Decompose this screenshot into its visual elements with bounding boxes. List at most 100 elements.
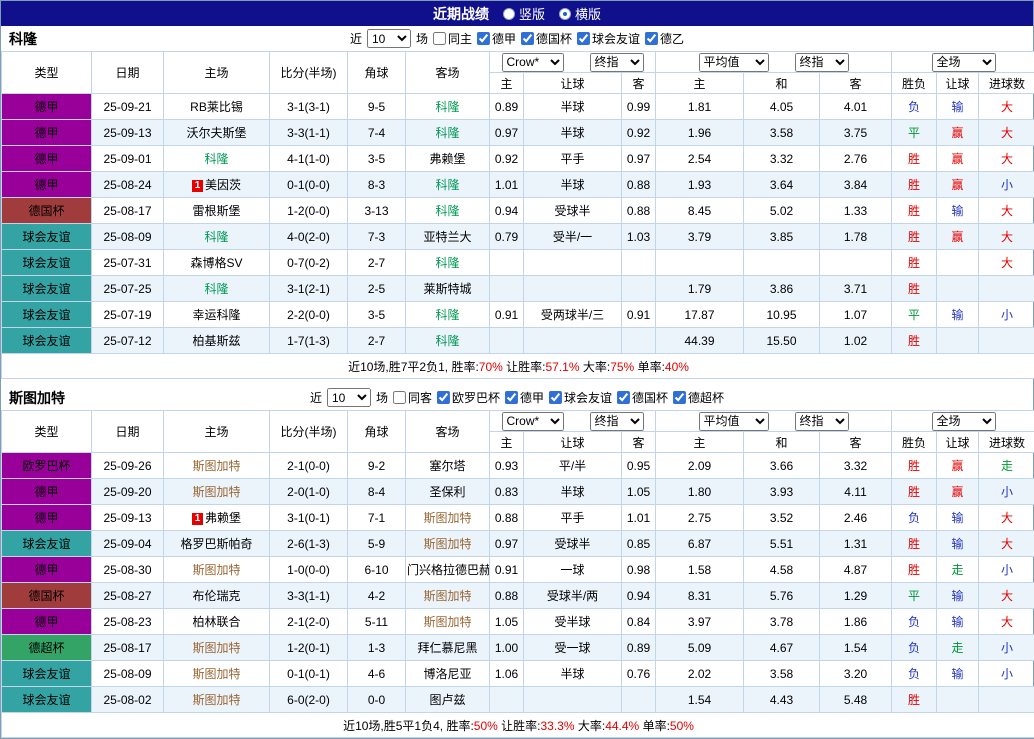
filter-checkbox-4[interactable]: 德国杯 <box>617 389 668 406</box>
odds-select-1[interactable]: 终指 <box>590 412 644 431</box>
odds-select-1[interactable]: 终指 <box>590 53 644 72</box>
score-link[interactable]: 3-1(0-1) <box>270 505 348 531</box>
home-team-link[interactable]: 弗赖堡 <box>205 511 241 525</box>
vertical-layout-radio[interactable]: 竖版 <box>503 4 545 23</box>
filter-checkbox-input[interactable] <box>437 391 450 404</box>
score-link[interactable]: 1-2(0-0) <box>270 198 348 224</box>
filter-checkbox-1[interactable]: 德甲 <box>477 30 516 47</box>
home-team-link[interactable]: 布伦瑞克 <box>192 589 240 603</box>
avg-select-0[interactable]: 平均值 <box>699 53 769 72</box>
score-link[interactable]: 0-7(0-2) <box>270 250 348 276</box>
match-count-select[interactable]: 10 <box>367 29 411 48</box>
home-team-link[interactable]: RB莱比锡 <box>190 100 243 114</box>
score-link[interactable]: 2-6(1-3) <box>270 531 348 557</box>
home-team-link[interactable]: 科隆 <box>204 282 228 296</box>
filter-checkbox-input[interactable] <box>673 391 686 404</box>
away-team-link[interactable]: 亚特兰大 <box>423 230 471 244</box>
filter-checkbox-input[interactable] <box>433 32 446 45</box>
score-link[interactable]: 3-3(1-1) <box>270 120 348 146</box>
home-team-link[interactable]: 斯图加特 <box>192 485 240 499</box>
filter-checkbox-0[interactable]: 同主 <box>433 30 472 47</box>
away-team-link[interactable]: 博洛尼亚 <box>423 667 471 681</box>
match-count-select[interactable]: 10 <box>327 388 371 407</box>
score-link[interactable]: 3-1(2-1) <box>270 276 348 302</box>
score-link[interactable]: 6-0(2-0) <box>270 687 348 713</box>
score-link[interactable]: 2-0(1-0) <box>270 479 348 505</box>
filter-checkbox-4[interactable]: 德乙 <box>645 30 684 47</box>
filter-checkbox-input[interactable] <box>477 32 490 45</box>
filter-checkbox-input[interactable] <box>577 32 590 45</box>
away-team-link[interactable]: 拜仁慕尼黑 <box>417 641 477 655</box>
filter-checkbox-3[interactable]: 球会友谊 <box>549 389 612 406</box>
home-team-link[interactable]: 柏基斯兹 <box>192 334 240 348</box>
score-link[interactable]: 2-1(0-0) <box>270 453 348 479</box>
competition-type-badge: 球会友谊 <box>2 687 92 713</box>
score-link[interactable]: 1-2(0-1) <box>270 635 348 661</box>
avg-select-0[interactable]: 平均值 <box>699 412 769 431</box>
filter-checkbox-input[interactable] <box>645 32 658 45</box>
filter-checkbox-1[interactable]: 欧罗巴杯 <box>437 389 500 406</box>
score-link[interactable]: 3-3(1-1) <box>270 583 348 609</box>
away-team-link[interactable]: 图卢兹 <box>429 693 465 707</box>
away-team-link[interactable]: 科隆 <box>435 256 459 270</box>
home-team-link[interactable]: 斯图加特 <box>192 459 240 473</box>
score-link[interactable]: 0-1(0-1) <box>270 661 348 687</box>
away-team-link[interactable]: 科隆 <box>435 126 459 140</box>
filter-checkbox-0[interactable]: 同客 <box>393 389 432 406</box>
away-team-link[interactable]: 科隆 <box>435 308 459 322</box>
home-team-link[interactable]: 科隆 <box>204 230 228 244</box>
match-date: 25-08-23 <box>92 609 164 635</box>
filter-checkbox-input[interactable] <box>521 32 534 45</box>
filter-checkbox-input[interactable] <box>549 391 562 404</box>
away-team-link[interactable]: 科隆 <box>435 178 459 192</box>
home-team-link[interactable]: 科隆 <box>204 152 228 166</box>
home-team-link[interactable]: 美因茨 <box>205 178 241 192</box>
home-team-link[interactable]: 森博格SV <box>190 256 242 270</box>
home-team-link[interactable]: 雷根斯堡 <box>192 204 240 218</box>
scope-select-0[interactable]: 全场 <box>932 53 996 72</box>
away-team-link[interactable]: 科隆 <box>435 204 459 218</box>
home-team-link[interactable]: 格罗巴斯帕奇 <box>180 537 252 551</box>
home-team-link[interactable]: 斯图加特 <box>192 563 240 577</box>
home-team-link[interactable]: 沃尔夫斯堡 <box>186 126 246 140</box>
filter-checkbox-2[interactable]: 德甲 <box>505 389 544 406</box>
home-team-link[interactable]: 幸运科隆 <box>192 308 240 322</box>
score-link[interactable]: 0-1(0-0) <box>270 172 348 198</box>
score-link[interactable]: 2-1(2-0) <box>270 609 348 635</box>
away-team-link[interactable]: 斯图加特 <box>423 511 471 525</box>
corners-score: 5-9 <box>348 531 406 557</box>
avg-select-1[interactable]: 终指 <box>795 412 849 431</box>
filter-checkbox-2[interactable]: 德国杯 <box>521 30 572 47</box>
away-team-link[interactable]: 斯图加特 <box>423 615 471 629</box>
filter-checkbox-3[interactable]: 球会友谊 <box>577 30 640 47</box>
away-team-link[interactable]: 圣保利 <box>429 485 465 499</box>
home-team-link[interactable]: 斯图加特 <box>192 693 240 707</box>
avg-select-1[interactable]: 终指 <box>795 53 849 72</box>
score-link[interactable]: 2-2(0-0) <box>270 302 348 328</box>
scope-select-0[interactable]: 全场 <box>932 412 996 431</box>
away-team-link[interactable]: 塞尔塔 <box>429 459 465 473</box>
away-team-link[interactable]: 莱斯特城 <box>423 282 471 296</box>
away-team-link[interactable]: 斯图加特 <box>423 589 471 603</box>
home-team-link[interactable]: 斯图加特 <box>192 641 240 655</box>
score-link[interactable]: 1-0(0-0) <box>270 557 348 583</box>
score-link[interactable]: 4-1(1-0) <box>270 146 348 172</box>
filter-checkbox-input[interactable] <box>505 391 518 404</box>
horizontal-layout-radio[interactable]: 横版 <box>559 4 601 23</box>
score-link[interactable]: 1-7(1-3) <box>270 328 348 354</box>
away-team-link[interactable]: 门兴格拉德巴赫 <box>407 563 490 577</box>
away-team-link[interactable]: 科隆 <box>435 334 459 348</box>
away-team-link[interactable]: 科隆 <box>435 100 459 114</box>
score-link[interactable]: 3-1(3-1) <box>270 94 348 120</box>
filter-checkbox-5[interactable]: 德超杯 <box>673 389 724 406</box>
odds-select-0[interactable]: Crow* <box>502 412 564 431</box>
away-team-link[interactable]: 斯图加特 <box>423 537 471 551</box>
home-team-link[interactable]: 柏林联合 <box>192 615 240 629</box>
result-handicap: 赢 <box>937 172 979 198</box>
filter-checkbox-input[interactable] <box>617 391 630 404</box>
away-team-link[interactable]: 弗赖堡 <box>429 152 465 166</box>
filter-checkbox-input[interactable] <box>393 391 406 404</box>
odds-select-0[interactable]: Crow* <box>502 53 564 72</box>
score-link[interactable]: 4-0(2-0) <box>270 224 348 250</box>
home-team-link[interactable]: 斯图加特 <box>192 667 240 681</box>
